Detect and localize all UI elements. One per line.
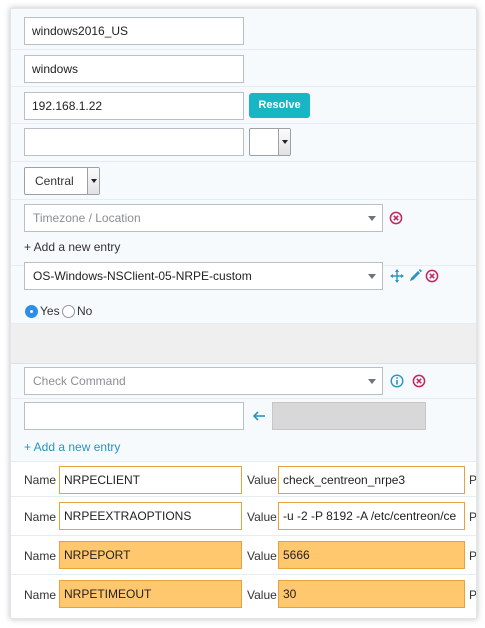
monitored-from-select[interactable]: Central bbox=[24, 167, 100, 195]
macro-row: Name NRPECLIENT Value check_centreon_nrp… bbox=[11, 462, 477, 497]
resolve-button[interactable]: Resolve bbox=[249, 93, 310, 118]
macro-name-label: Name bbox=[24, 588, 57, 602]
remove-command-icon[interactable] bbox=[412, 374, 426, 388]
yes-label: Yes bbox=[40, 304, 60, 318]
host-configuration-form: windows2016_US windows 192.168.1.22 Reso… bbox=[10, 8, 477, 619]
row-snmp bbox=[11, 124, 476, 162]
no-label: No bbox=[77, 304, 93, 318]
add-template-link[interactable]: + Add a new entry bbox=[24, 240, 120, 254]
snmp-community-input[interactable] bbox=[24, 128, 244, 156]
row-host-name: windows2016_US bbox=[11, 9, 476, 50]
timezone-placeholder: Timezone / Location bbox=[33, 211, 141, 225]
macro-row: Name NRPEEXTRAOPTIONS Value -u -2 -P 819… bbox=[11, 497, 477, 536]
macro-name-input[interactable]: NRPECLIENT bbox=[59, 466, 242, 494]
macro-value-label: Value bbox=[247, 549, 277, 563]
no-radio[interactable] bbox=[62, 305, 75, 318]
macro-name-label: Name bbox=[24, 510, 57, 524]
macro-password-label: P bbox=[469, 473, 477, 487]
macro-value-input[interactable]: -u -2 -P 8192 -A /etc/centreon/ce bbox=[278, 502, 465, 530]
check-args-input[interactable] bbox=[24, 402, 244, 430]
remove-template-icon[interactable] bbox=[425, 269, 439, 283]
macro-value-input[interactable]: 30 bbox=[278, 580, 465, 608]
macro-value-input[interactable]: check_centreon_nrpe3 bbox=[278, 466, 465, 494]
edit-pencil-icon[interactable] bbox=[408, 268, 422, 283]
row-check-command: Check Command bbox=[11, 364, 476, 399]
row-monitored-from: Central bbox=[11, 162, 476, 200]
row-address: 192.168.1.22 Resolve bbox=[11, 87, 476, 124]
check-command-select[interactable]: Check Command bbox=[24, 367, 383, 395]
row-check-args: + Add a new entry bbox=[11, 399, 476, 462]
macro-value-label: Value bbox=[247, 588, 277, 602]
row-template: OS-Windows-NSClient-05-NRPE-custom bbox=[11, 262, 476, 295]
macro-password-label: P bbox=[469, 549, 477, 563]
section-separator bbox=[11, 324, 476, 364]
row-timezone: Timezone / Location + Add a new entry bbox=[11, 200, 476, 266]
macro-name-label: Name bbox=[24, 473, 57, 487]
macro-row: Name NRPETIMEOUT Value 30 P bbox=[11, 575, 477, 618]
check-args-preview bbox=[272, 402, 426, 430]
snmp-version-select[interactable] bbox=[249, 128, 291, 156]
row-alias: windows bbox=[11, 50, 476, 87]
alias-input[interactable]: windows bbox=[24, 55, 244, 83]
move-icon[interactable] bbox=[390, 269, 404, 283]
check-command-placeholder: Check Command bbox=[33, 374, 126, 388]
info-icon[interactable] bbox=[390, 374, 404, 388]
macro-password-label: P bbox=[469, 510, 477, 524]
yes-radio[interactable] bbox=[25, 305, 38, 318]
template-select[interactable]: OS-Windows-NSClient-05-NRPE-custom bbox=[24, 262, 383, 290]
macro-name-input[interactable]: NRPEEXTRAOPTIONS bbox=[59, 502, 242, 530]
add-argument-link[interactable]: + Add a new entry bbox=[24, 440, 120, 454]
chevron-down-icon bbox=[368, 216, 376, 221]
host-name-input[interactable]: windows2016_US bbox=[24, 17, 244, 45]
address-input[interactable]: 192.168.1.22 bbox=[24, 92, 244, 120]
row-create-services: Yes No bbox=[11, 295, 476, 324]
macro-name-label: Name bbox=[24, 549, 57, 563]
macro-value-input[interactable]: 5666 bbox=[278, 541, 465, 569]
timezone-select[interactable]: Timezone / Location bbox=[24, 204, 383, 232]
macro-password-label: P bbox=[469, 588, 477, 602]
macro-row: Name NRPEPORT Value 5666 P bbox=[11, 536, 477, 575]
arrow-left-icon[interactable] bbox=[252, 410, 266, 422]
chevron-down-icon bbox=[368, 379, 376, 384]
chevron-down-icon bbox=[368, 274, 376, 279]
macro-value-label: Value bbox=[247, 473, 277, 487]
remove-timezone-icon[interactable] bbox=[389, 211, 403, 225]
macro-name-input[interactable]: NRPETIMEOUT bbox=[59, 580, 242, 608]
macro-value-label: Value bbox=[247, 510, 277, 524]
monitored-from-value: Central bbox=[35, 174, 74, 188]
template-selected: OS-Windows-NSClient-05-NRPE-custom bbox=[33, 269, 252, 283]
macro-name-input[interactable]: NRPEPORT bbox=[59, 541, 242, 569]
